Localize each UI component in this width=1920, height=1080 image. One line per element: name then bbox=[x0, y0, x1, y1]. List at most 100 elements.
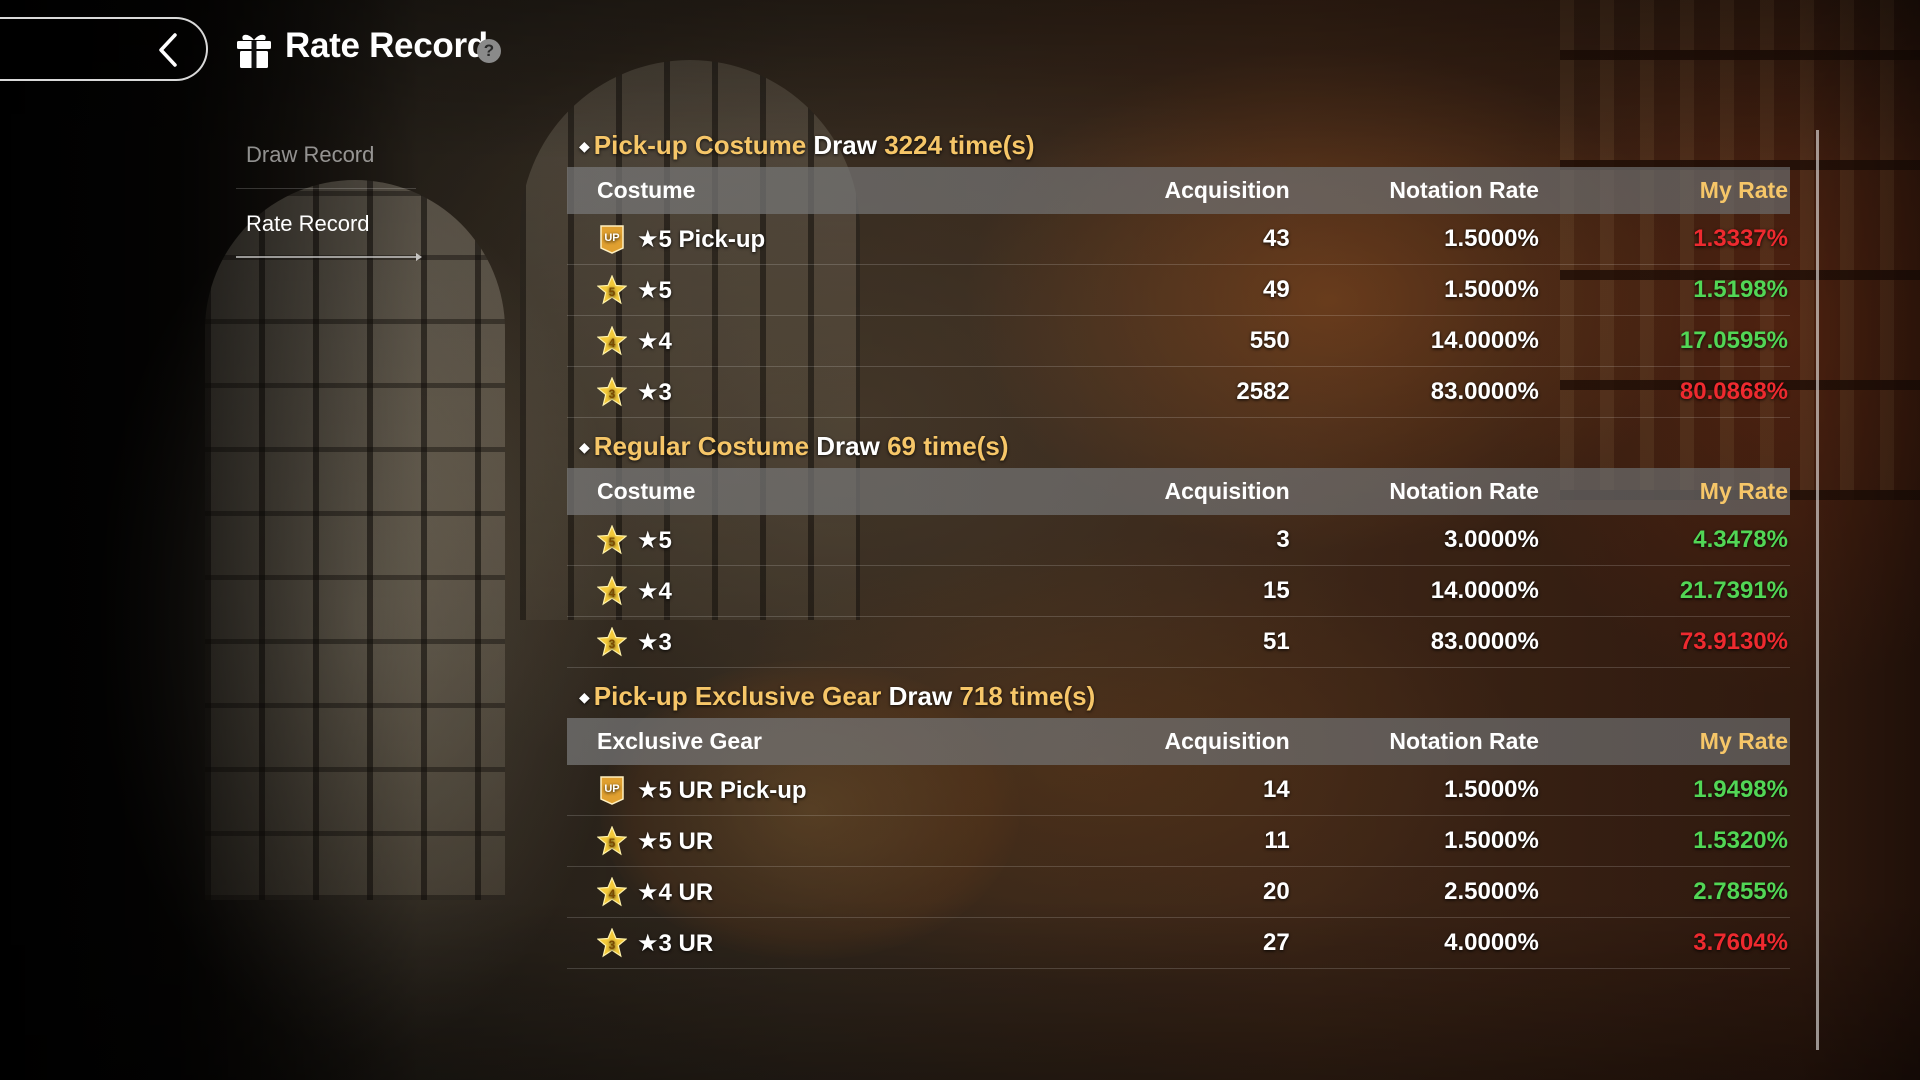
rarity-label: ★5 UR Pick-up bbox=[637, 776, 807, 804]
rarity-label: ★3 UR bbox=[637, 929, 714, 957]
col-header-name: Costume bbox=[597, 478, 696, 504]
up-badge-icon: UP bbox=[600, 225, 624, 254]
svg-text:4: 4 bbox=[609, 887, 616, 901]
star-4-badge-icon: 4 bbox=[597, 576, 627, 606]
gift-icon bbox=[237, 34, 271, 68]
notation-rate-cell: 1.5000% bbox=[1444, 225, 1539, 252]
help-icon[interactable]: ? bbox=[477, 39, 501, 63]
svg-text:5: 5 bbox=[609, 836, 616, 850]
draw-label: Draw bbox=[888, 681, 953, 711]
rarity-label: ★3 bbox=[637, 378, 672, 406]
star-4-badge-icon: 4 bbox=[597, 877, 627, 907]
acquisition-cell: 20 bbox=[1263, 878, 1290, 905]
acquisition-cell: 43 bbox=[1263, 225, 1290, 252]
svg-text:4: 4 bbox=[609, 586, 616, 600]
acquisition-cell: 2582 bbox=[1236, 378, 1290, 405]
table-row: 3 ★3 UR 27 4.0000% 3.7604% bbox=[567, 918, 1790, 969]
star-3-badge-icon: 3 bbox=[597, 627, 627, 657]
section-title: ◆ Regular Costume Draw 69 time(s) bbox=[567, 424, 1790, 468]
up-badge-icon: UP bbox=[600, 776, 624, 805]
diamond-icon: ◆ bbox=[579, 138, 590, 154]
my-rate-cell: 3.7604% bbox=[1693, 929, 1788, 956]
star-3-badge-icon: 3 bbox=[597, 928, 627, 958]
col-header-name: Costume bbox=[597, 177, 696, 203]
notation-rate-cell: 14.0000% bbox=[1430, 577, 1539, 604]
col-header-notation-rate: Notation Rate bbox=[1389, 728, 1539, 754]
my-rate-cell: 1.9498% bbox=[1693, 776, 1788, 803]
table-header: Costume Acquisition Notation Rate My Rat… bbox=[567, 468, 1790, 515]
my-rate-cell: 1.5320% bbox=[1693, 827, 1788, 854]
diamond-icon: ◆ bbox=[579, 689, 590, 705]
scrollbar[interactable] bbox=[1816, 130, 1819, 1050]
rarity-cell: 3 ★3 bbox=[567, 627, 1019, 657]
svg-text:3: 3 bbox=[609, 938, 616, 952]
svg-text:3: 3 bbox=[609, 387, 616, 401]
my-rate-cell: 80.0868% bbox=[1679, 378, 1788, 405]
notation-rate-cell: 1.5000% bbox=[1444, 276, 1539, 303]
col-header-my-rate: My Rate bbox=[1699, 478, 1788, 504]
section-regular-costume: ◆ Regular Costume Draw 69 time(s) Costume… bbox=[567, 424, 1790, 668]
svg-text:3: 3 bbox=[609, 637, 616, 651]
table-row: 4 ★4 550 14.0000% 17.0595% bbox=[567, 316, 1790, 367]
section-title: ◆ Pick-up Costume Draw 3224 time(s) bbox=[567, 123, 1790, 167]
col-header-my-rate: My Rate bbox=[1699, 728, 1788, 754]
draw-count: 718 time(s) bbox=[959, 681, 1096, 711]
diamond-icon: ◆ bbox=[579, 439, 590, 455]
section-title: ◆ Pick-up Exclusive Gear Draw 718 time(s) bbox=[567, 674, 1790, 718]
rarity-cell: 5 ★5 bbox=[567, 275, 1019, 305]
table-header: Costume Acquisition Notation Rate My Rat… bbox=[567, 167, 1790, 214]
acquisition-cell: 14 bbox=[1263, 776, 1290, 803]
rate-table: Costume Acquisition Notation Rate My Rat… bbox=[567, 167, 1790, 418]
svg-text:UP: UP bbox=[604, 232, 619, 244]
draw-count: 3224 time(s) bbox=[884, 130, 1035, 160]
rate-record-content: ◆ Pick-up Costume Draw 3224 time(s) Costu… bbox=[567, 123, 1790, 975]
acquisition-cell: 15 bbox=[1263, 577, 1290, 604]
star-5-badge-icon: 5 bbox=[597, 525, 627, 555]
rarity-label: ★3 bbox=[637, 628, 672, 656]
chevron-left-icon bbox=[159, 33, 177, 67]
table-row: 4 ★4 15 14.0000% 21.7391% bbox=[567, 566, 1790, 617]
rarity-cell: 5 ★5 bbox=[567, 525, 1019, 555]
section-pickup-costume: ◆ Pick-up Costume Draw 3224 time(s) Costu… bbox=[567, 123, 1790, 418]
star-5-badge-icon: 5 bbox=[597, 275, 627, 305]
rarity-cell: 3 ★3 bbox=[567, 377, 1019, 407]
svg-text:5: 5 bbox=[609, 285, 616, 299]
nav-item-draw-record[interactable]: Draw Record bbox=[236, 120, 416, 189]
my-rate-cell: 4.3478% bbox=[1693, 526, 1788, 553]
col-header-name: Exclusive Gear bbox=[597, 728, 762, 754]
my-rate-cell: 73.9130% bbox=[1679, 628, 1788, 655]
star-3-badge-icon: 3 bbox=[597, 377, 627, 407]
notation-rate-cell: 2.5000% bbox=[1444, 878, 1539, 905]
table-row: 3 ★3 2582 83.0000% 80.0868% bbox=[567, 367, 1790, 418]
table-row: 5 ★5 UR 11 1.5000% 1.5320% bbox=[567, 816, 1790, 867]
nav-item-rate-record[interactable]: Rate Record bbox=[236, 189, 422, 261]
acquisition-cell: 3 bbox=[1276, 526, 1290, 553]
table-row: 5 ★5 3 3.0000% 4.3478% bbox=[567, 515, 1790, 566]
draw-label: Draw bbox=[813, 130, 877, 160]
section-name: Regular Costume bbox=[593, 431, 810, 461]
col-header-notation-rate: Notation Rate bbox=[1389, 478, 1539, 504]
rarity-label: ★5 bbox=[637, 276, 672, 304]
acquisition-cell: 49 bbox=[1263, 276, 1290, 303]
rate-table: Costume Acquisition Notation Rate My Rat… bbox=[567, 468, 1790, 668]
rarity-cell: 4 ★4 UR bbox=[567, 877, 1019, 907]
rarity-cell: 3 ★3 UR bbox=[567, 928, 1019, 958]
col-header-my-rate: My Rate bbox=[1699, 177, 1788, 203]
rarity-cell: UP ★5 UR Pick-up bbox=[567, 775, 1019, 805]
my-rate-cell: 21.7391% bbox=[1679, 577, 1788, 604]
table-header: Exclusive Gear Acquisition Notation Rate… bbox=[567, 718, 1790, 765]
col-header-acquisition: Acquisition bbox=[1164, 177, 1290, 203]
page-title: Rate Record bbox=[285, 26, 488, 65]
star-5-badge-icon: 5 bbox=[597, 826, 627, 856]
notation-rate-cell: 14.0000% bbox=[1430, 327, 1539, 354]
svg-text:UP: UP bbox=[604, 783, 619, 795]
rarity-label: ★4 UR bbox=[637, 878, 714, 906]
table-row: 5 ★5 49 1.5000% 1.5198% bbox=[567, 265, 1790, 316]
rarity-label: ★4 bbox=[637, 327, 672, 355]
my-rate-cell: 17.0595% bbox=[1679, 327, 1788, 354]
svg-text:5: 5 bbox=[609, 535, 616, 549]
table-row: 4 ★4 UR 20 2.5000% 2.7855% bbox=[567, 867, 1790, 918]
acquisition-cell: 27 bbox=[1263, 929, 1290, 956]
section-name: Pick-up Costume bbox=[593, 130, 807, 160]
back-button[interactable] bbox=[0, 17, 208, 81]
